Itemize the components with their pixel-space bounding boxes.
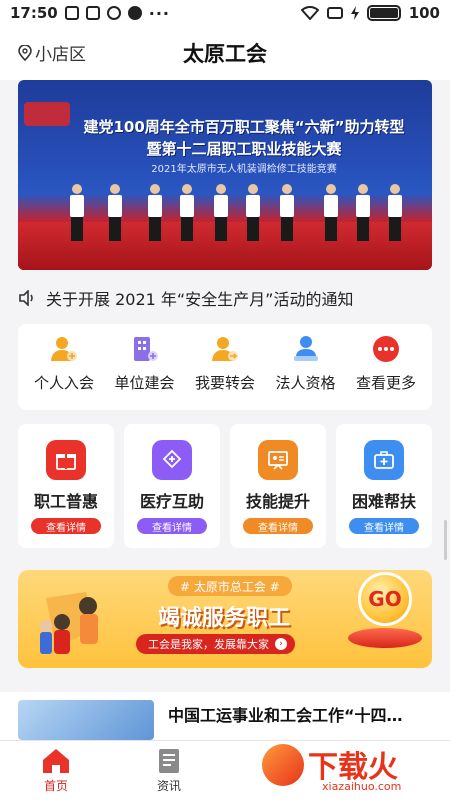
banner-person: [246, 184, 260, 242]
banner-person: [148, 184, 162, 242]
tab-label: 首页: [43, 779, 68, 793]
banner-subheadline: 暨第十二届职工职业技能大赛: [146, 140, 342, 158]
status-bar: 17:50 ··· 100: [0, 0, 450, 26]
battery-level: 100: [408, 4, 440, 22]
page-title: 太原工会: [183, 42, 267, 66]
promo-tag: # 太原市总工会 #: [168, 576, 292, 596]
app-header: 小店区 太原工会: [0, 26, 450, 80]
building-icon: [133, 337, 158, 361]
tab-home[interactable]: 首页: [16, 747, 96, 794]
watermark-url: xiazaihuo.com: [322, 780, 402, 793]
quick-action-legal-person[interactable]: 法人资格: [268, 334, 344, 410]
site-watermark: 下载火 xiazaihuo.com: [262, 740, 450, 800]
charging-icon: [350, 6, 359, 20]
service-card-hardship[interactable]: 困难帮扶 查看详情: [336, 424, 432, 548]
quick-action-label: 法人资格: [275, 374, 336, 392]
app-notification-icon: [106, 6, 121, 20]
go-button[interactable]: GO: [358, 572, 412, 626]
news-icon: [159, 749, 179, 773]
service-title: 困难帮扶: [351, 492, 416, 511]
tab-label: 资讯: [156, 779, 181, 793]
notice-bar[interactable]: 关于开展 2021 年“安全生产月”活动的通知: [18, 286, 432, 310]
banner-person: [180, 184, 194, 242]
news-list-item[interactable]: 中国工运事业和工会工作“十四…: [0, 692, 450, 740]
quick-action-label: 查看更多: [355, 374, 416, 392]
news-headline: 中国工运事业和工会工作“十四…: [168, 706, 403, 725]
wifi-icon: [300, 6, 319, 20]
service-title: 职工普惠: [33, 492, 98, 511]
quick-action-label: 我要转会: [194, 374, 255, 392]
quick-action-label: 单位建会: [114, 374, 175, 392]
banner-person: [280, 184, 294, 242]
quick-actions-card: 个人入会 单位建会 我要转会 法人资格 查看更多: [18, 324, 432, 410]
sim-icon: [326, 7, 343, 19]
gift-icon: [46, 440, 86, 480]
news-thumbnail: [18, 700, 154, 740]
promo-banner[interactable]: # 太原市总工会 # 竭诚服务职工 工会是我家，发展靠大家 › GO: [18, 570, 432, 668]
view-details-button[interactable]: 查看详情: [31, 518, 101, 534]
quick-action-personal-join[interactable]: 个人入会: [26, 334, 102, 410]
first-aid-kit-icon: [364, 440, 404, 480]
banner-person: [214, 184, 228, 242]
family-illustration: [40, 592, 98, 654]
quick-action-label: 个人入会: [33, 374, 94, 392]
more-icon: [373, 336, 399, 362]
medical-mutual-icon: [152, 440, 192, 480]
service-card-benefits[interactable]: 职工普惠 查看详情: [18, 424, 114, 548]
banner-person: [356, 184, 370, 242]
banner-caption: 2021年太原市无人机装调检修工技能竞赛: [151, 164, 337, 175]
quick-action-unit-union[interactable]: 单位建会: [107, 334, 183, 410]
scrollbar[interactable]: [444, 520, 447, 560]
home-content: 建党100周年全市百万职工聚焦“六新”助力转型 暨第十二届职工职业技能大赛 20…: [0, 80, 450, 740]
service-title: 医疗互助: [139, 492, 204, 511]
quick-action-more[interactable]: 查看更多: [348, 334, 424, 410]
mail-icon: [85, 6, 100, 20]
skill-board-icon: [258, 440, 298, 480]
speaker-icon: [19, 290, 33, 306]
arrow-right-icon: ›: [275, 638, 287, 650]
more-notifications-icon: ···: [148, 3, 170, 23]
banner-carousel[interactable]: 建党100周年全市百万职工聚焦“六新”助力转型 暨第十二届职工职业技能大赛 20…: [18, 80, 432, 270]
banner-person: [108, 184, 122, 242]
status-time: 17:50: [10, 4, 58, 22]
chat-icon: [127, 6, 142, 20]
notice-text: 关于开展 2021 年“安全生产月”活动的通知: [46, 290, 354, 309]
promo-subtitle-text: 工会是我家，发展靠大家: [148, 638, 269, 651]
person-join-icon: [51, 337, 77, 361]
home-icon: [43, 749, 69, 773]
go-pedestal: [348, 628, 422, 648]
promo-slogan: 竭诚服务职工: [158, 606, 291, 631]
notification-icon: [64, 6, 79, 20]
banner-person: [388, 184, 402, 242]
service-cards: 职工普惠 查看详情 医疗互助 查看详情 技能提升 查看详情 困难帮扶 查看详情: [18, 424, 432, 548]
tab-news[interactable]: 资讯: [129, 747, 209, 794]
view-details-button[interactable]: 查看详情: [243, 518, 313, 534]
battery-icon: [366, 5, 401, 21]
legal-person-icon: [293, 336, 318, 361]
banner-person: [324, 184, 338, 242]
service-card-skills[interactable]: 技能提升 查看详情: [230, 424, 326, 548]
service-card-medical[interactable]: 医疗互助 查看详情: [124, 424, 220, 548]
view-details-button[interactable]: 查看详情: [137, 518, 207, 534]
watermark-logo: [262, 744, 304, 786]
service-title: 技能提升: [245, 492, 310, 511]
promo-subtitle[interactable]: 工会是我家，发展靠大家 ›: [136, 634, 295, 654]
banner-headline: 建党100周年全市百万职工聚焦“六新”助力转型: [83, 118, 405, 136]
banner-person: [70, 184, 84, 242]
person-transfer-icon: [212, 337, 238, 361]
view-details-button[interactable]: 查看详情: [349, 518, 419, 534]
quick-action-transfer[interactable]: 我要转会: [187, 334, 263, 410]
